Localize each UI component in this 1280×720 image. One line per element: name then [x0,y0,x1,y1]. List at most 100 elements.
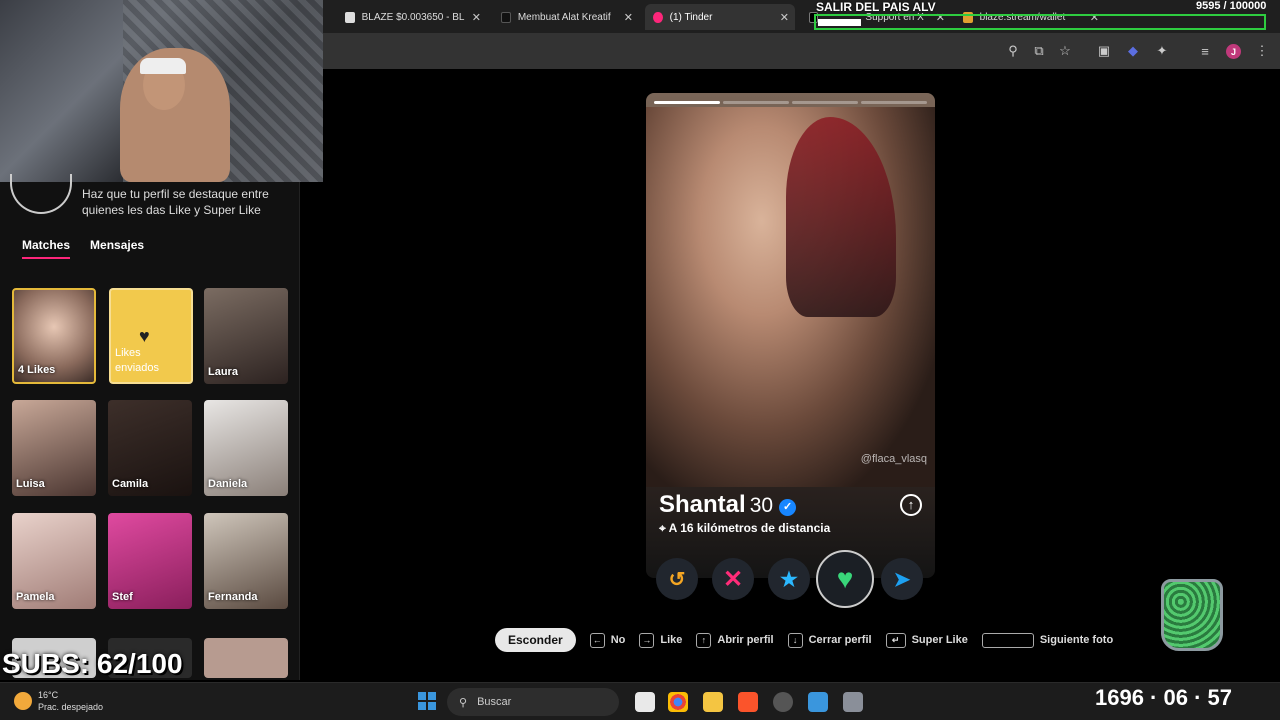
location-pin-icon: ⌖ [659,521,669,535]
file-explorer-icon[interactable] [703,692,723,712]
close-tab-icon[interactable]: ✕ [780,11,789,24]
subs-goal-counter: SUBS: 62/100 [2,648,183,679]
photo-hair [786,117,896,317]
install-icon[interactable]: ⧉ [1030,42,1048,60]
settings-icon[interactable] [843,692,863,712]
nope-button[interactable]: ✕ [712,558,754,600]
task-view-icon[interactable] [635,692,655,712]
user-avatar[interactable] [10,174,72,214]
promo-text: Haz que tu perfil se destaque entre quie… [82,187,269,217]
hint-no: No [610,634,626,646]
stream-goal-fill [818,19,861,26]
blaze-favicon-icon [345,11,355,23]
profile-photo[interactable] [646,107,935,487]
open-profile-button[interactable]: ↑ [900,494,922,516]
match-card[interactable]: Camila [108,400,192,496]
match-name: Stef [112,591,133,603]
match-card[interactable]: Stef [108,513,192,609]
match-card[interactable]: Pamela [12,513,96,609]
menu-icon[interactable]: ⋮ [1253,42,1271,60]
space-key-icon [981,632,1034,648]
enter-key-icon: ↵ [885,632,906,648]
streamer-cap [140,58,186,74]
hint-super-like: Super Like [911,634,968,646]
photo-progress-segment [654,101,720,104]
search-placeholder: Buscar [477,696,512,708]
sidebar-tabs: Matches Mensajes [22,238,144,259]
match-name: Laura [208,366,238,378]
like-button[interactable]: ♥ [816,550,874,608]
stream-goal-bar [814,14,1266,30]
likes-sent-label: Likes enviados [115,347,160,374]
profile-age: 30 [749,494,774,517]
weather-desc: Prac. despejado [38,702,104,712]
rewind-button[interactable]: ↺ [656,558,698,600]
bookmark-star-icon[interactable]: ☆ [1056,42,1074,60]
recycle-bin-overlay [1161,579,1223,651]
tab-label: Membuat Alat Kreatif [517,11,611,23]
profile-distance: ⌖ A 16 kilómetros de distancia [659,521,830,536]
profile-card[interactable]: @flaca_vlasq Shantal 30 ✓ ⌖ A 16 kilómetro… [646,93,935,578]
close-tab-icon[interactable]: ✕ [624,11,633,24]
match-name: Fernanda [208,591,258,603]
photo-progress [654,101,927,104]
app-icon[interactable] [773,692,793,712]
hint-close-profile: Cerrar perfil [808,634,872,646]
super-like-button[interactable]: ★ [768,558,810,600]
chrome-icon[interactable] [668,692,688,712]
weather-widget[interactable]: 16°C Prac. despejado [14,689,103,713]
media-icon[interactable]: ≡ [1196,42,1214,60]
tab-blaze[interactable]: BLAZE $0.003650 - BL ✕ [337,4,487,30]
photo-progress-segment [723,101,789,104]
puzzle-icon[interactable]: ✦ [1153,42,1171,60]
tinder-favicon-icon [653,11,663,23]
hint-like: Like [660,634,683,646]
windows-start-icon[interactable] [418,692,436,710]
tiktok-watermark: @flaca_vlasq [860,453,927,465]
photo-progress-segment [792,101,858,104]
match-card[interactable]: Luisa [12,400,96,496]
taskbar-search[interactable]: ⚲ Buscar [447,688,619,716]
likes-sent-card[interactable]: ♥ Likes enviados [109,288,193,384]
keyboard-hints: Esconder ← No → Like ↑ Abrir perfil ↓ Cerrar… [495,628,1114,652]
profile-avatar[interactable]: J [1226,44,1241,59]
down-arrow-key-icon: ↓ [787,632,803,648]
hint-open-profile: Abrir perfil [717,634,774,646]
match-name: Camila [112,478,149,490]
tab-tiktok[interactable]: Membuat Alat Kreatif ✕ [493,4,639,30]
hint-next-photo: Siguiente foto [1039,634,1114,646]
location-icon[interactable]: ⚲ [1004,42,1022,60]
match-card[interactable]: Fernanda [204,513,288,609]
match-card[interactable]: Laura [204,288,288,384]
photo-progress-segment [861,101,927,104]
action-buttons: ↺ ✕ ★ ♥ ➤ [655,550,927,608]
match-name: Luisa [16,478,45,490]
stream-goal-counter: 9595 / 100000 [1196,0,1267,12]
match-name: Daniela [208,478,248,490]
tab-matches[interactable]: Matches [22,238,71,259]
verified-badge-icon: ✓ [779,499,797,516]
match-card[interactable] [204,638,288,678]
hide-hints-button[interactable]: Esconder [495,628,576,652]
windows-taskbar: 16°C Prac. despejado ⚲ Buscar 1696 · 06 · … [0,682,1280,720]
search-icon: ⚲ [459,696,468,709]
likes-card[interactable]: 4 Likes [12,288,96,384]
close-tab-icon[interactable]: ✕ [472,11,481,24]
browser-toolbar: ⚲ ⧉ ☆ ▣ ◆ ✦ ≡ J ⋮ [323,33,1280,69]
picture-in-picture-icon[interactable]: ▣ [1095,42,1113,60]
boost-button[interactable]: ➤ [881,558,923,600]
taskbar-clock: 1696 · 06 · 57 [1095,685,1232,710]
weather-sun-icon [14,692,32,710]
distance-text: A 16 kilómetros de distancia [668,521,831,535]
extension-icon[interactable]: ◆ [1124,42,1142,60]
stream-goal-title: SALIR DEL PAIS ALV [816,0,936,14]
up-arrow-key-icon: ↑ [696,632,712,648]
tab-messages[interactable]: Mensajes [90,238,144,259]
left-arrow-key-icon: ← [589,632,605,648]
brave-icon[interactable] [738,692,758,712]
tab-label: BLAZE $0.003650 - BL [361,11,465,23]
photos-icon[interactable] [808,692,828,712]
match-card[interactable]: Daniela [204,400,288,496]
webcam-overlay [0,0,323,182]
tab-tinder[interactable]: (1) Tinder ✕ [645,4,795,30]
